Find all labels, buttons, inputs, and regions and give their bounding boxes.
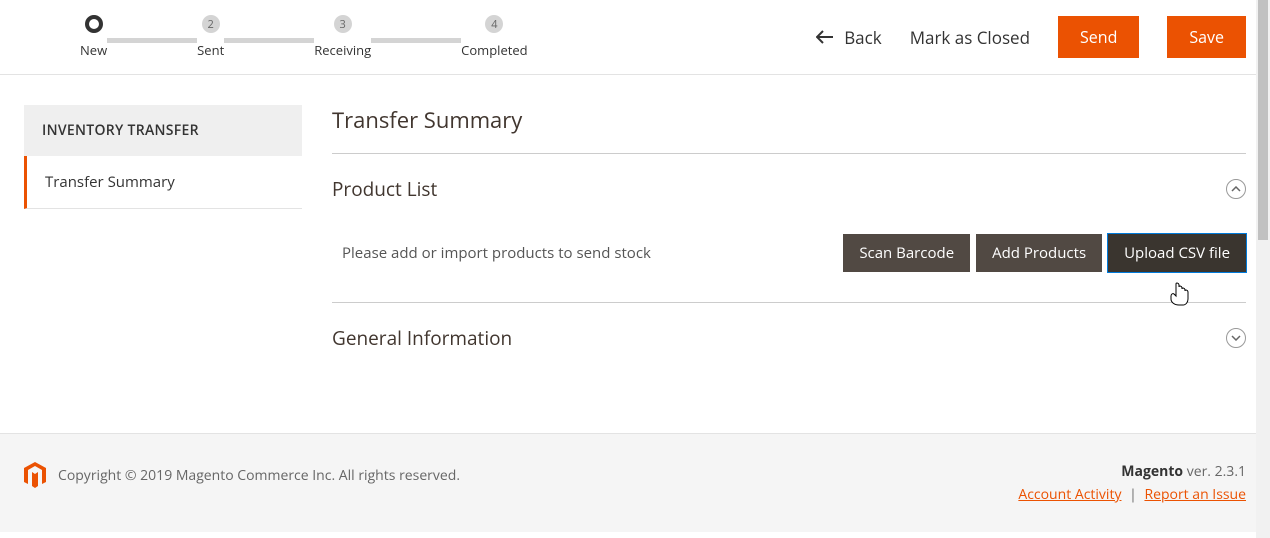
general-information-header[interactable]: General Information <box>332 303 1246 373</box>
empty-product-text: Please add or import products to send st… <box>332 243 651 263</box>
footer: Copyright © 2019 Magento Commerce Inc. A… <box>0 433 1270 532</box>
back-button[interactable]: Back <box>816 26 882 49</box>
account-activity-link[interactable]: Account Activity <box>1018 485 1121 504</box>
chevron-down-icon[interactable] <box>1226 328 1246 348</box>
product-list-header[interactable]: Product List <box>332 154 1246 224</box>
footer-right: Magento ver. 2.3.1 Account Activity | Re… <box>1018 462 1246 504</box>
separator: | <box>1129 485 1137 504</box>
step-label: Completed <box>461 41 527 59</box>
step-circle-new <box>85 15 103 33</box>
back-label: Back <box>844 26 882 49</box>
product-list-title: Product List <box>332 176 437 202</box>
step-connector <box>371 38 461 43</box>
general-information-title: General Information <box>332 325 512 351</box>
arrow-left-icon <box>816 26 834 49</box>
progress-steps: New 2 Sent 3 Receiving 4 Completed <box>80 15 528 59</box>
step-label: New <box>80 41 107 59</box>
step-connector <box>224 38 314 43</box>
content-area: INVENTORY TRANSFER Transfer Summary Tran… <box>0 75 1270 433</box>
version-text: Magento ver. 2.3.1 <box>1018 462 1246 481</box>
footer-links: Account Activity | Report an Issue <box>1018 485 1246 504</box>
footer-left: Copyright © 2019 Magento Commerce Inc. A… <box>24 462 460 488</box>
main-panel: Transfer Summary Product List Please add… <box>332 105 1246 373</box>
browser-scrollbar[interactable]: ▲ <box>1256 0 1270 538</box>
magento-logo-icon <box>24 462 46 488</box>
brand-name: Magento <box>1121 462 1183 481</box>
ver-prefix: ver. <box>1183 462 1215 481</box>
sidebar-item-transfer-summary[interactable]: Transfer Summary <box>24 156 302 209</box>
upload-csv-button[interactable]: Upload CSV file <box>1108 234 1246 272</box>
step-circle-completed: 4 <box>485 15 503 33</box>
mark-as-closed-button[interactable]: Mark as Closed <box>910 26 1030 49</box>
step-connector <box>107 38 197 43</box>
sidebar: INVENTORY TRANSFER Transfer Summary <box>24 105 302 373</box>
step-label: Receiving <box>314 41 371 59</box>
sidebar-item-label: Transfer Summary <box>45 172 175 192</box>
scrollbar-thumb[interactable] <box>1258 0 1268 240</box>
step-label: Sent <box>197 41 224 59</box>
version-number: 2.3.1 <box>1215 462 1246 481</box>
step-sent: 2 Sent <box>197 15 224 59</box>
add-products-button[interactable]: Add Products <box>976 234 1102 272</box>
header-bar: New 2 Sent 3 Receiving 4 Completed <box>0 0 1270 75</box>
save-button[interactable]: Save <box>1167 16 1246 58</box>
page-title: Transfer Summary <box>332 105 1246 154</box>
product-actions: Scan Barcode Add Products Upload CSV fil… <box>843 234 1246 272</box>
step-receiving: 3 Receiving <box>314 15 371 59</box>
report-issue-link[interactable]: Report an Issue <box>1144 485 1246 504</box>
scan-barcode-button[interactable]: Scan Barcode <box>843 234 970 272</box>
step-new: New <box>80 15 107 59</box>
send-button[interactable]: Send <box>1058 16 1139 58</box>
step-circle-receiving: 3 <box>334 15 352 33</box>
header-actions: Back Mark as Closed Send Save <box>816 16 1246 58</box>
sidebar-header: INVENTORY TRANSFER <box>24 105 302 156</box>
product-list-body: Please add or import products to send st… <box>332 224 1246 303</box>
chevron-up-icon[interactable] <box>1226 179 1246 199</box>
step-circle-sent: 2 <box>202 15 220 33</box>
copyright-text: Copyright © 2019 Magento Commerce Inc. A… <box>58 466 460 485</box>
step-completed: 4 Completed <box>461 15 527 59</box>
